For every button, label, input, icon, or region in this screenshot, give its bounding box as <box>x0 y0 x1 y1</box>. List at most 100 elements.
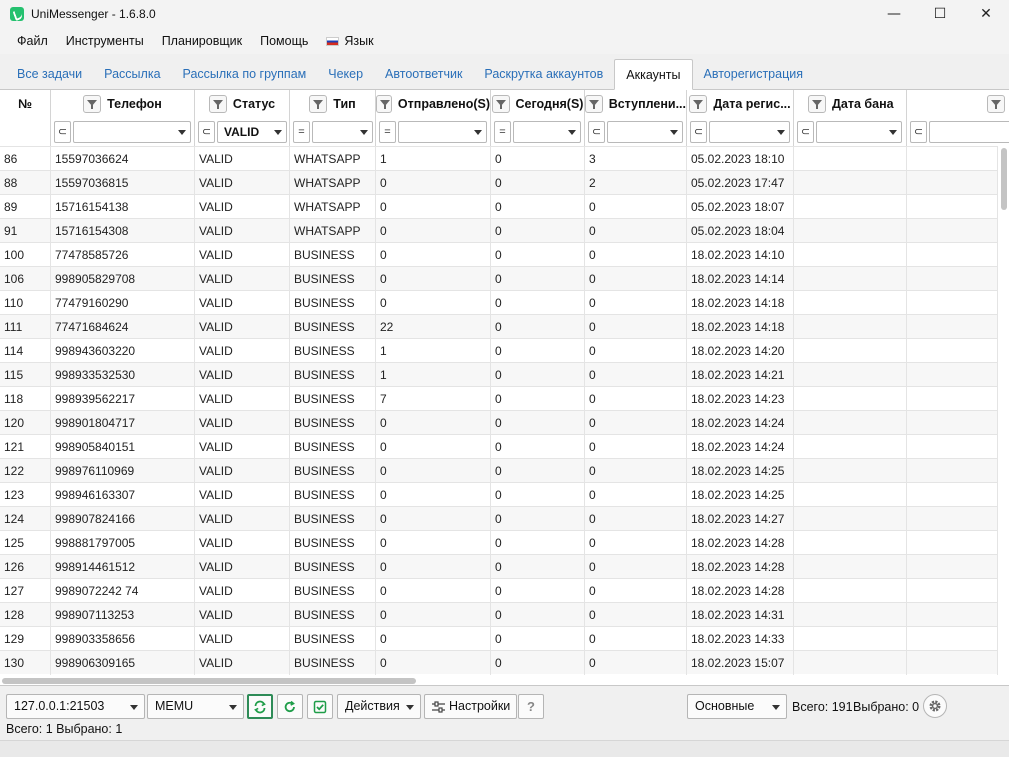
filter-funnel-icon[interactable] <box>585 95 603 113</box>
column-header-sent[interactable]: Отправлено(S) <box>376 90 491 118</box>
column-header-ban-date[interactable]: Дата бана <box>794 90 907 118</box>
table-row[interactable]: 88 15597036815 VALID WHATSAPP 0 0 2 05.02.2023 … <box>0 170 998 195</box>
table-row[interactable]: 86 15597036624 VALID WHATSAPP 1 0 3 05.02.2023 … <box>0 146 998 171</box>
filter-operator[interactable]: ⊂ <box>797 121 814 143</box>
filter-funnel-icon[interactable] <box>987 95 1005 113</box>
filter-funnel-icon[interactable] <box>309 95 328 113</box>
menu-help[interactable]: Помощь <box>251 28 317 54</box>
actions-button[interactable]: Действия <box>337 694 421 719</box>
column-header-joins[interactable]: Вступлени... <box>585 90 687 118</box>
column-header-number[interactable]: № <box>0 90 51 118</box>
filter-funnel-icon[interactable] <box>83 95 102 113</box>
filter-status-combo[interactable]: VALID <box>217 121 287 143</box>
filter-funnel-icon[interactable] <box>808 95 826 113</box>
cell-extra <box>907 243 998 267</box>
table-row[interactable]: 114 998943603220 VALID BUSINESS 1 0 0 18.02.202… <box>0 338 998 363</box>
table-row[interactable]: 120 998901804717 VALID BUSINESS 0 0 0 18.02.202… <box>0 410 998 435</box>
settings-button[interactable]: Настройки <box>424 694 517 719</box>
refresh-button[interactable] <box>277 694 303 719</box>
tab-mailing[interactable]: Рассылка <box>93 59 171 89</box>
filter-funnel-icon[interactable] <box>689 95 708 113</box>
column-header-more[interactable] <box>907 90 1009 118</box>
tab-checker[interactable]: Чекер <box>317 59 374 89</box>
select-all-button[interactable] <box>307 694 333 719</box>
filter-type-combo[interactable] <box>312 121 373 143</box>
filter-operator[interactable]: ⊂ <box>54 121 71 143</box>
filter-operator[interactable]: = <box>379 121 396 143</box>
table-row[interactable]: 130 998906309165 VALID BUSINESS 0 0 0 18.02.202… <box>0 650 998 675</box>
cell-extra <box>907 315 998 339</box>
minimize-button[interactable]: — <box>871 0 917 28</box>
filter-operator[interactable]: ⊂ <box>690 121 707 143</box>
filter-sent-combo[interactable] <box>398 121 487 143</box>
filter-more-combo[interactable] <box>929 121 1009 143</box>
tab-accounts[interactable]: Аккаунты <box>614 59 693 90</box>
menu-file[interactable]: Файл <box>8 28 57 54</box>
table-row[interactable]: 111 77471684624 VALID BUSINESS 22 0 0 18.02.202… <box>0 314 998 339</box>
view-mode-select[interactable]: Основные <box>687 694 787 719</box>
maximize-button[interactable]: ☐ <box>917 0 963 28</box>
table-row[interactable]: 91 15716154308 VALID WHATSAPP 0 0 0 05.02.2023 … <box>0 218 998 243</box>
emulator-select[interactable]: MEMU <box>147 694 244 719</box>
refresh-icon <box>284 700 295 712</box>
table-row[interactable]: 121 998905840151 VALID BUSINESS 0 0 0 18.02.202… <box>0 434 998 459</box>
filter-operator[interactable]: ⊂ <box>910 121 927 143</box>
grid-settings-button[interactable] <box>923 694 947 718</box>
tab-autoresponder[interactable]: Автоответчик <box>374 59 473 89</box>
table-row[interactable]: 125 998881797005 VALID BUSINESS 0 0 0 18.02.202… <box>0 530 998 555</box>
filter-cell-more: ⊂ <box>907 118 1009 146</box>
table-row[interactable]: 129 998903358656 VALID BUSINESS 0 0 0 18.02.202… <box>0 626 998 651</box>
cell-today: 0 <box>491 171 585 195</box>
filter-reg-date-combo[interactable] <box>709 121 790 143</box>
horizontal-scroll-thumb[interactable] <box>2 678 416 684</box>
vertical-scrollbar[interactable] <box>1001 146 1008 685</box>
table-row[interactable]: 118 998939562217 VALID BUSINESS 7 0 0 18.02.202… <box>0 386 998 411</box>
table-row[interactable]: 115 998933532530 VALID BUSINESS 1 0 0 18.02.202… <box>0 362 998 387</box>
menu-language[interactable]: Язык <box>317 28 382 54</box>
table-row[interactable]: 100 77478585726 VALID BUSINESS 0 0 0 18.02.2023… <box>0 242 998 267</box>
filter-joins-combo[interactable] <box>607 121 683 143</box>
filter-funnel-icon[interactable] <box>208 95 227 113</box>
filter-operator[interactable]: = <box>494 121 511 143</box>
cell-type: BUSINESS <box>290 459 376 483</box>
filter-funnel-icon[interactable] <box>491 95 510 113</box>
cell-status: VALID <box>195 243 290 267</box>
column-header-today[interactable]: Сегодня(S) <box>491 90 585 118</box>
column-header-type[interactable]: Тип <box>290 90 376 118</box>
cell-today: 0 <box>491 243 585 267</box>
table-row[interactable]: 126 998914461512 VALID BUSINESS 0 0 0 18.02.202… <box>0 554 998 579</box>
table-row[interactable]: 110 77479160290 VALID BUSINESS 0 0 0 18.02.2023… <box>0 290 998 315</box>
tab-all-tasks[interactable]: Все задачи <box>6 59 93 89</box>
chevron-down-icon <box>229 705 237 710</box>
tab-account-warmup[interactable]: Раскрутка аккаунтов <box>473 59 614 89</box>
column-header-reg-date[interactable]: Дата регис... <box>687 90 794 118</box>
tab-autoregistration[interactable]: Авторегистрация <box>693 59 814 89</box>
filter-ban-date-combo[interactable] <box>816 121 902 143</box>
filter-phone-combo[interactable] <box>73 121 191 143</box>
table-row[interactable]: 123 998946163307 VALID BUSINESS 0 0 0 18.02.202… <box>0 482 998 507</box>
filter-operator[interactable]: = <box>293 121 310 143</box>
table-row[interactable]: 124 998907824166 VALID BUSINESS 0 0 0 18.02.202… <box>0 506 998 531</box>
tab-group-mailing[interactable]: Рассылка по группам <box>172 59 318 89</box>
table-row[interactable]: 122 998976110969 VALID BUSINESS 0 0 0 18.02.202… <box>0 458 998 483</box>
table-row[interactable]: 128 998907113253 VALID BUSINESS 0 0 0 18.02.202… <box>0 602 998 627</box>
vertical-scroll-thumb[interactable] <box>1001 148 1007 210</box>
help-button[interactable]: ? <box>518 694 544 719</box>
column-header-status[interactable]: Статус <box>195 90 290 118</box>
filter-funnel-icon[interactable] <box>376 95 392 113</box>
close-button[interactable]: ✕ <box>963 0 1009 28</box>
table-row[interactable]: 127 9989072242 74 VALID BUSINESS 0 0 0 18.02.20… <box>0 578 998 603</box>
filter-operator[interactable]: ⊂ <box>588 121 605 143</box>
sync-button[interactable] <box>247 694 273 719</box>
menu-tools[interactable]: Инструменты <box>57 28 153 54</box>
column-header-phone[interactable]: Телефон <box>51 90 195 118</box>
cell-phone: 998933532530 <box>51 363 195 387</box>
table-row[interactable]: 106 998905829708 VALID BUSINESS 0 0 0 18.02.202… <box>0 266 998 291</box>
cell-ban-date <box>794 483 907 507</box>
filter-today-combo[interactable] <box>513 121 581 143</box>
table-row[interactable]: 89 15716154138 VALID WHATSAPP 0 0 0 05.02.2023 … <box>0 194 998 219</box>
filter-operator[interactable]: ⊂ <box>198 121 215 143</box>
address-select[interactable]: 127.0.0.1:21503 <box>6 694 145 719</box>
cell-joins: 0 <box>585 483 687 507</box>
menu-scheduler[interactable]: Планировщик <box>153 28 251 54</box>
